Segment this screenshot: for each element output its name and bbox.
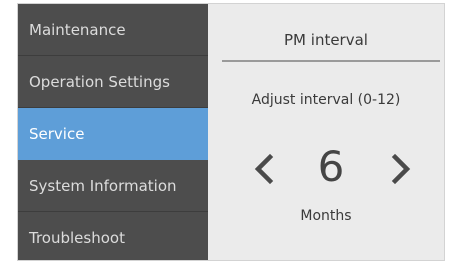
sidebar-item-label: Troubleshoot	[29, 229, 125, 247]
sidebar-item-operation-settings[interactable]: Operation Settings	[18, 56, 208, 108]
sidebar-item-label: System Information	[29, 176, 177, 195]
panel-title: PM interval	[284, 31, 368, 49]
device-screen: Maintenance Operation Settings Service S…	[17, 3, 445, 261]
interval-stepper: 6	[208, 142, 444, 192]
chevron-left-icon[interactable]	[251, 152, 277, 186]
sidebar-item-service[interactable]: Service	[18, 108, 208, 160]
sidebar-item-label: Operation Settings	[29, 72, 170, 91]
interval-hint: Adjust interval (0-12)	[251, 92, 401, 108]
sidebar-item-troubleshoot[interactable]: Troubleshoot	[18, 212, 208, 260]
pm-interval-panel: PM interval Adjust interval (0-12) 6 Mon…	[208, 4, 444, 260]
sidebar-item-label: Maintenance	[29, 20, 126, 39]
interval-value: 6	[317, 142, 345, 191]
sidebar-menu: Maintenance Operation Settings Service S…	[18, 4, 208, 260]
interval-unit: Months	[300, 208, 352, 224]
sidebar-item-label: Service	[29, 124, 85, 143]
sidebar-item-system-information[interactable]: System Information	[18, 160, 208, 212]
chevron-right-icon[interactable]	[388, 152, 414, 186]
title-divider	[222, 60, 440, 62]
sidebar-item-maintenance[interactable]: Maintenance	[18, 4, 208, 56]
